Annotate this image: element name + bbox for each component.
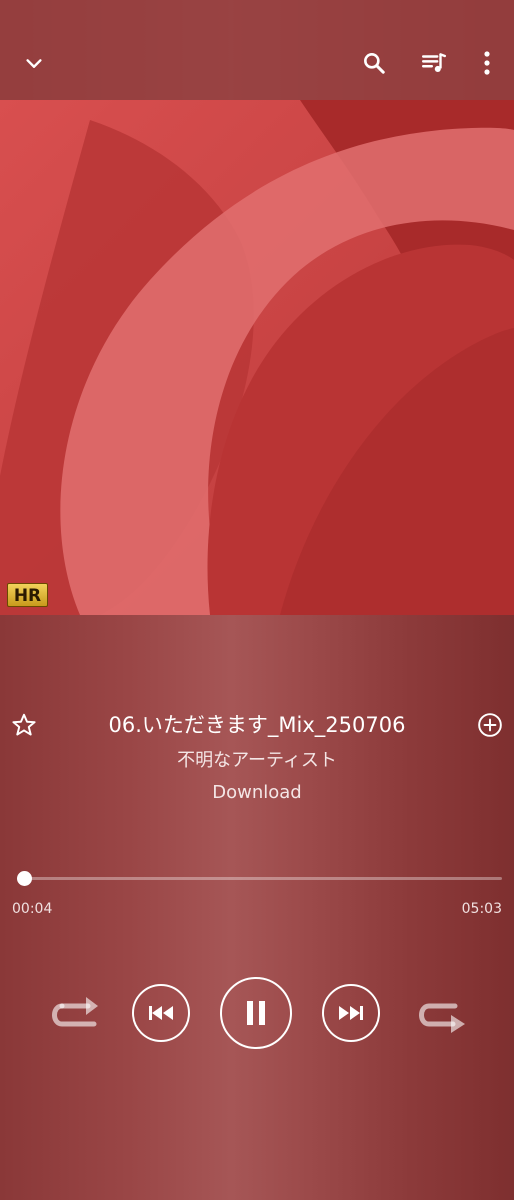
more-vert-icon[interactable] [467, 43, 507, 83]
next-button[interactable] [322, 984, 380, 1042]
seek-thumb[interactable] [16, 871, 32, 886]
pause-icon [247, 1001, 265, 1025]
shuffle-icon[interactable] [46, 990, 104, 1036]
previous-button[interactable] [132, 984, 190, 1042]
album-artwork [0, 100, 514, 615]
star-outline-icon[interactable] [6, 705, 42, 745]
seek-bar[interactable] [18, 877, 502, 880]
search-icon[interactable] [354, 43, 394, 83]
playlist-icon[interactable] [414, 43, 454, 83]
top-app-bar [0, 0, 514, 100]
skip-next-icon [339, 1006, 363, 1020]
total-duration: 05:03 [461, 901, 502, 917]
pause-button[interactable] [220, 977, 292, 1049]
elapsed-time: 00:04 [12, 901, 53, 917]
track-title: 06.いただきます_Mix_250706 [108, 713, 406, 737]
hi-res-badge: HR [7, 583, 48, 607]
track-artist: 不明なアーティスト [177, 750, 337, 771]
skip-previous-icon [149, 1006, 173, 1020]
track-album: Download [212, 782, 302, 803]
repeat-icon[interactable] [412, 992, 470, 1038]
chevron-down-icon[interactable] [14, 44, 54, 84]
add-circle-icon[interactable] [472, 705, 508, 745]
